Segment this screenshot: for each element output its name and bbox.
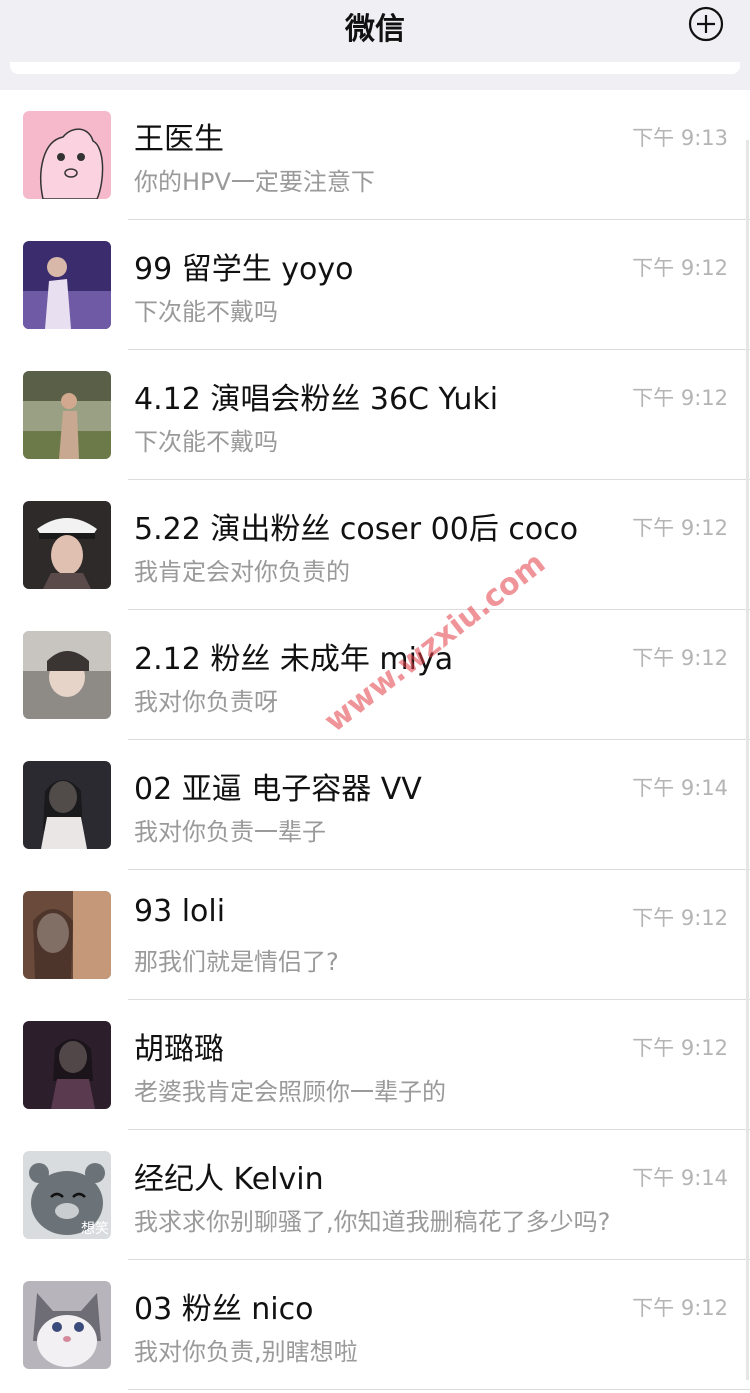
chat-preview: 我肯定会对你负责的 (134, 558, 350, 586)
chat-preview: 你的HPV一定要注意下 (134, 168, 375, 196)
chat-name: 4.12 演唱会粉丝 36C Yuki (134, 382, 499, 417)
chat-preview: 我求求你别聊骚了,你知道我删稿花了多少吗? (134, 1208, 611, 1236)
chat-preview: 我对你负责一辈子 (134, 818, 326, 846)
search-area (0, 62, 750, 90)
chat-time: 下午 9:12 (632, 256, 728, 280)
avatar-caption: 想笑 (81, 1221, 109, 1237)
chat-preview: 我对你负责,别瞎想啦 (134, 1338, 358, 1366)
photo-avatar (23, 501, 111, 589)
chat-time: 下午 9:12 (632, 646, 728, 670)
photo-avatar (23, 761, 111, 849)
search-bar[interactable] (10, 62, 740, 74)
plus-circle-icon[interactable] (688, 6, 724, 42)
photo-avatar (23, 1021, 111, 1109)
chat-row[interactable]: 胡璐璐 老婆我肯定会照顾你一辈子的 下午 9:12 (0, 1000, 750, 1130)
scrollbar[interactable] (746, 140, 749, 1380)
chat-time: 下午 9:12 (632, 516, 728, 540)
photo-avatar (23, 631, 111, 719)
chat-row[interactable]: 2.12 粉丝 未成年 miya 我对你负责呀 下午 9:12 (0, 610, 750, 740)
divider (128, 1389, 750, 1390)
chat-time: 下午 9:12 (632, 1296, 728, 1320)
chat-time: 下午 9:12 (632, 1036, 728, 1060)
chat-row[interactable]: 93 loli 那我们就是情侣了? 下午 9:12 (0, 870, 750, 1000)
chat-preview: 我对你负责呀 (134, 688, 278, 716)
chat-name: 胡璐璐 (134, 1032, 224, 1067)
chat-time: 下午 9:14 (632, 1166, 728, 1190)
chat-row[interactable]: 02 亚逼 电子容器 VV 我对你负责一辈子 下午 9:14 (0, 740, 750, 870)
chat-row[interactable]: 王医生 你的HPV一定要注意下 下午 9:13 (0, 90, 750, 220)
chat-list: 王医生 你的HPV一定要注意下 下午 9:13 99 留学生 yoyo 下次能不… (0, 90, 750, 1390)
chat-time: 下午 9:12 (632, 906, 728, 930)
chat-name: 93 loli (134, 894, 226, 929)
top-nav-bar: 微信 (0, 0, 750, 62)
chat-name: 03 粉丝 nico (134, 1292, 314, 1327)
chat-preview: 下次能不戴吗 (134, 428, 278, 456)
cartoon-bear-avatar: 想笑 (23, 1151, 111, 1239)
chat-time: 下午 9:14 (632, 776, 728, 800)
chat-preview: 下次能不戴吗 (134, 298, 278, 326)
chat-time: 下午 9:13 (632, 126, 728, 150)
chat-time: 下午 9:12 (632, 386, 728, 410)
chat-name: 5.22 演出粉丝 coser 00后 coco (134, 512, 579, 547)
chat-preview: 老婆我肯定会照顾你一辈子的 (134, 1078, 446, 1106)
chat-row[interactable]: 想笑 经纪人 Kelvin 我求求你别聊骚了,你知道我删稿花了多少吗? 下午 9… (0, 1130, 750, 1260)
chat-name: 经纪人 Kelvin (134, 1162, 324, 1197)
page-title: 微信 (345, 12, 405, 47)
chat-name: 02 亚逼 电子容器 VV (134, 772, 422, 807)
chat-row[interactable]: 99 留学生 yoyo 下次能不戴吗 下午 9:12 (0, 220, 750, 350)
chat-name: 99 留学生 yoyo (134, 252, 354, 287)
chat-name: 王医生 (134, 122, 224, 157)
photo-avatar (23, 241, 111, 329)
photo-avatar (23, 371, 111, 459)
cartoon-pig-avatar (23, 111, 111, 199)
photo-avatar (23, 891, 111, 979)
chat-name: 2.12 粉丝 未成年 miya (134, 642, 454, 677)
chat-row[interactable]: 5.22 演出粉丝 coser 00后 coco 我肯定会对你负责的 下午 9:… (0, 480, 750, 610)
chat-preview: 那我们就是情侣了? (134, 948, 339, 976)
chat-row[interactable]: 03 粉丝 nico 我对你负责,别瞎想啦 下午 9:12 (0, 1260, 750, 1390)
cat-photo-avatar (23, 1281, 111, 1369)
chat-row[interactable]: 4.12 演唱会粉丝 36C Yuki 下次能不戴吗 下午 9:12 (0, 350, 750, 480)
